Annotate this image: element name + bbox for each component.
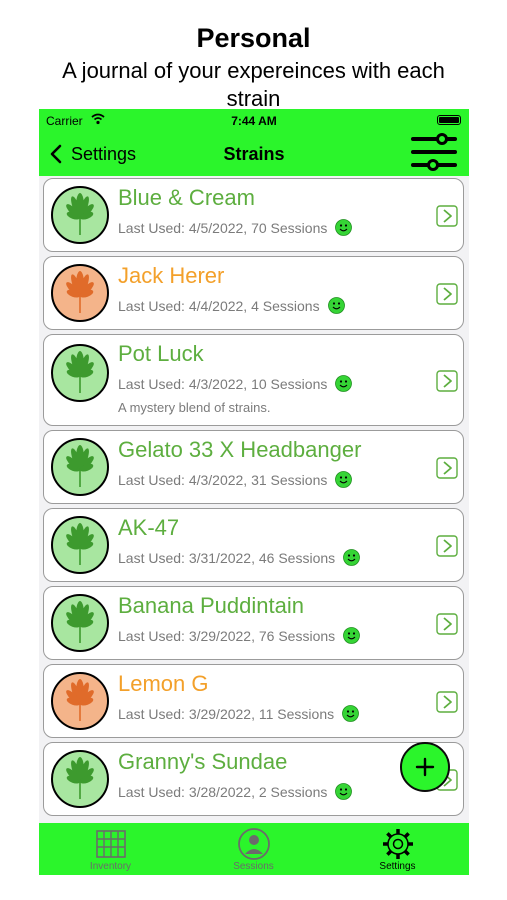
promo-subtitle: A journal of your expereinces with each …: [62, 58, 445, 111]
last-used-text: Last Used: 3/31/2022, 46 Sessions: [118, 549, 336, 566]
cannabis-leaf-icon: [51, 264, 109, 322]
strain-row[interactable]: Jack Herer Last Used: 4/4/2022, 4 Session…: [43, 256, 464, 330]
strain-meta: Last Used: 4/4/2022, 4 Sessions: [118, 297, 345, 314]
smiley-icon: [335, 219, 353, 236]
person-circle-icon: [238, 828, 270, 860]
strain-row[interactable]: Pot Luck Last Used: 4/3/2022, 10 Sessions…: [43, 334, 464, 426]
smiley-icon: [342, 705, 360, 722]
strain-name: Jack Herer: [118, 263, 225, 288]
chevron-right-icon[interactable]: [436, 205, 458, 227]
strain-meta: Last Used: 3/29/2022, 11 Sessions: [118, 705, 360, 722]
last-used-text: Last Used: 4/5/2022, 70 Sessions: [118, 219, 328, 236]
grid-icon: [96, 830, 126, 858]
filter-button[interactable]: [411, 131, 457, 173]
last-used-text: Last Used: 4/4/2022, 4 Sessions: [118, 297, 320, 314]
cannabis-leaf-icon: [51, 344, 109, 402]
tab-inventory[interactable]: Inventory: [39, 823, 182, 875]
smiley-icon: [335, 375, 353, 392]
strain-row[interactable]: Blue & Cream Last Used: 4/5/2022, 70 Sess…: [43, 178, 464, 252]
smiley-icon: [335, 471, 353, 488]
tab-settings-label: Settings: [379, 861, 416, 872]
strain-name: Lemon G: [118, 671, 209, 696]
strain-meta: Last Used: 3/28/2022, 2 Sessions: [118, 783, 353, 800]
status-bar: Carrier 7:44 AM: [39, 109, 469, 131]
strain-row[interactable]: AK-47 Last Used: 3/31/2022, 46 Sessions: [43, 508, 464, 582]
cannabis-leaf-icon: [51, 438, 109, 496]
smiley-icon: [343, 627, 361, 644]
page-title: Strains: [223, 144, 285, 164]
strain-note: A mystery blend of strains.: [118, 400, 271, 415]
smiley-icon: [335, 783, 353, 800]
cannabis-leaf-icon: [51, 672, 109, 730]
back-button[interactable]: Settings: [49, 141, 136, 167]
strain-meta: Last Used: 3/29/2022, 76 Sessions: [118, 627, 361, 644]
chevron-right-icon[interactable]: [436, 283, 458, 305]
tab-sessions-label: Sessions: [233, 861, 274, 872]
strain-name: Granny's Sundae: [118, 749, 288, 774]
tab-settings[interactable]: Settings: [326, 823, 469, 875]
strain-meta: Last Used: 4/3/2022, 10 Sessions: [118, 375, 353, 392]
battery-icon: [437, 115, 461, 125]
tab-sessions[interactable]: Sessions: [182, 823, 325, 875]
back-label: Settings: [71, 143, 137, 164]
chevron-right-icon[interactable]: [436, 535, 458, 557]
strain-row[interactable]: Granny's Sundae Last Used: 3/28/2022, 2 S…: [43, 742, 464, 816]
sliders-icon: [411, 133, 457, 171]
last-used-text: Last Used: 4/3/2022, 10 Sessions: [118, 375, 328, 392]
strain-name: Gelato 33 X Headbanger: [118, 437, 362, 462]
tab-inventory-label: Inventory: [89, 861, 132, 872]
strain-name: Blue & Cream: [118, 185, 255, 210]
promo-title: Personal: [196, 23, 311, 53]
chevron-right-icon[interactable]: [436, 370, 458, 392]
tab-bar: Inventory Sessions Settings: [39, 823, 469, 875]
strain-name: AK-47: [118, 515, 180, 540]
last-used-text: Last Used: 3/29/2022, 76 Sessions: [118, 627, 336, 644]
navigation-bar: Carrier 7:44 AM Settings Strains: [39, 109, 469, 176]
last-used-text: Last Used: 3/29/2022, 11 Sessions: [118, 705, 335, 722]
strain-row[interactable]: Gelato 33 X Headbanger Last Used: 4/3/202…: [43, 430, 464, 504]
strain-meta: Last Used: 4/5/2022, 70 Sessions: [118, 219, 353, 236]
chevron-right-icon[interactable]: [436, 457, 458, 479]
gear-icon: [383, 829, 413, 859]
phone-screen: Carrier 7:44 AM Settings Strains Blue & …: [39, 109, 469, 875]
smiley-icon: [327, 297, 345, 314]
strain-name: Banana Puddintain: [118, 593, 304, 618]
cannabis-leaf-icon: [51, 594, 109, 652]
strain-meta: Last Used: 4/3/2022, 31 Sessions: [118, 471, 353, 488]
strain-meta: Last Used: 3/31/2022, 46 Sessions: [118, 549, 361, 566]
cannabis-leaf-icon: [51, 750, 109, 808]
plus-icon: [415, 757, 435, 777]
add-strain-button[interactable]: [400, 742, 450, 792]
last-used-text: Last Used: 3/28/2022, 2 Sessions: [118, 783, 328, 800]
smiley-icon: [343, 549, 361, 566]
strain-row[interactable]: Banana Puddintain Last Used: 3/29/2022, 7…: [43, 586, 464, 660]
cannabis-leaf-icon: [51, 186, 109, 244]
chevron-right-icon[interactable]: [436, 613, 458, 635]
strain-row[interactable]: Lemon G Last Used: 3/29/2022, 11 Sessions: [43, 664, 464, 738]
strain-name: Pot Luck: [118, 341, 204, 366]
status-time: 7:44 AM: [231, 114, 277, 128]
last-used-text: Last Used: 4/3/2022, 31 Sessions: [118, 471, 328, 488]
chevron-right-icon[interactable]: [436, 691, 458, 713]
chevron-left-icon: [50, 144, 62, 164]
cannabis-leaf-icon: [51, 516, 109, 574]
